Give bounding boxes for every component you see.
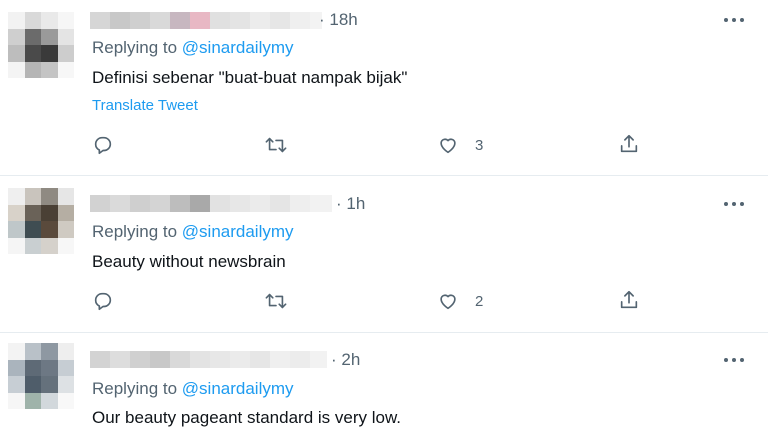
reply-button[interactable] xyxy=(92,290,114,312)
heart-icon xyxy=(440,138,456,154)
replying-to-line: Replying to @sinardailymy xyxy=(92,379,294,399)
avatar[interactable] xyxy=(8,343,74,409)
tweet-text: Our beauty pageant standard is very low. xyxy=(92,408,402,427)
reply-icon xyxy=(94,292,112,311)
tweet-text: Beauty without newsbrain xyxy=(92,252,286,271)
tweet-feed: · 18h Replying to @sinardailymy Definisi… xyxy=(0,0,768,441)
tweet-text: Definisi sebenar "buat-buat nampak bijak… xyxy=(92,68,408,87)
reply-icon xyxy=(94,136,112,155)
like-button[interactable]: 2 xyxy=(437,290,483,312)
tweet-1[interactable]: · 18h Replying to @sinardailymy Definisi… xyxy=(0,0,768,176)
redacted-display-name[interactable] xyxy=(90,12,322,29)
reply-button[interactable] xyxy=(92,134,114,156)
tweet-3[interactable]: · 2h Replying to @sinardailymy Our beaut… xyxy=(0,333,768,441)
redacted-display-name[interactable] xyxy=(90,351,327,368)
share-icon xyxy=(620,134,638,153)
share-icon xyxy=(620,290,638,309)
retweet-button[interactable] xyxy=(263,134,289,156)
heart-icon xyxy=(440,294,456,310)
retweet-button[interactable] xyxy=(263,290,289,312)
retweet-icon xyxy=(265,137,287,153)
replying-to-line: Replying to @sinardailymy xyxy=(92,222,294,242)
replying-to-label: Replying to xyxy=(92,379,182,398)
avatar[interactable] xyxy=(8,12,74,78)
share-button[interactable] xyxy=(618,289,640,311)
replying-to-line: Replying to @sinardailymy xyxy=(92,38,294,58)
tweet-2[interactable]: · 1h Replying to @sinardailymy Beauty wi… xyxy=(0,176,768,333)
replying-to-handle-link[interactable]: @sinardailymy xyxy=(182,222,294,241)
replying-to-handle-link[interactable]: @sinardailymy xyxy=(182,379,294,398)
translate-tweet-link[interactable]: Translate Tweet xyxy=(92,97,198,114)
replying-to-label: Replying to xyxy=(92,38,182,57)
tweet-timestamp[interactable]: · 2h xyxy=(331,350,360,370)
tweet-timestamp[interactable]: · 18h xyxy=(319,10,358,30)
like-count: 2 xyxy=(475,292,484,310)
more-horizontal-icon[interactable] xyxy=(722,198,746,210)
redacted-display-name[interactable] xyxy=(90,195,332,212)
retweet-icon xyxy=(265,293,287,309)
like-count: 3 xyxy=(475,136,484,154)
replying-to-label: Replying to xyxy=(92,222,182,241)
more-horizontal-icon[interactable] xyxy=(722,14,746,26)
like-button[interactable]: 3 xyxy=(437,134,483,156)
share-button[interactable] xyxy=(618,133,640,155)
replying-to-handle-link[interactable]: @sinardailymy xyxy=(182,38,294,57)
avatar[interactable] xyxy=(8,188,74,254)
tweet-timestamp[interactable]: · 1h xyxy=(336,194,365,214)
more-horizontal-icon[interactable] xyxy=(722,354,746,366)
